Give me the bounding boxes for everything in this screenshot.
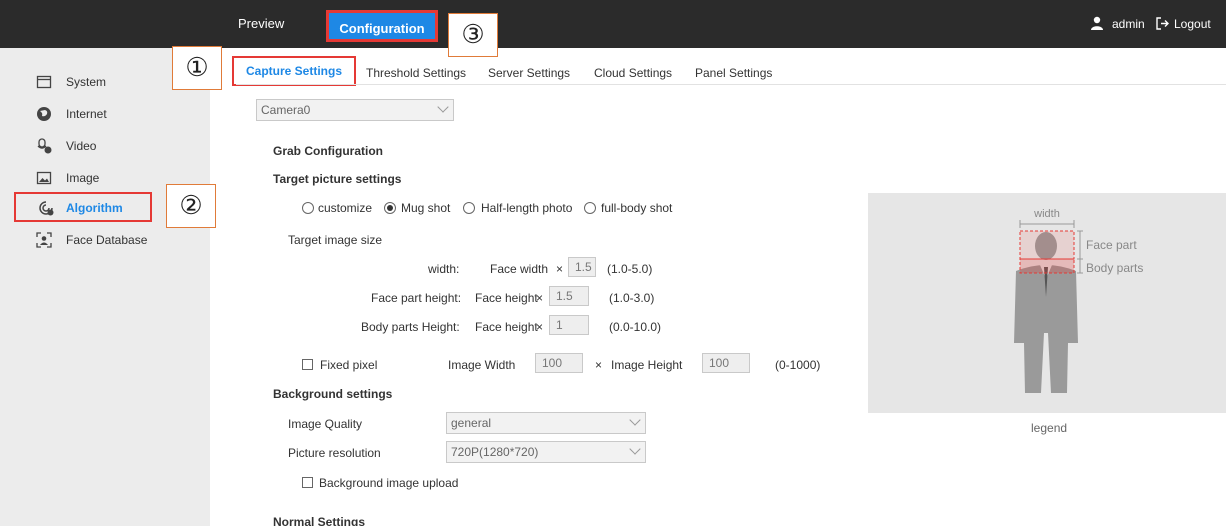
user-name[interactable]: admin bbox=[1112, 0, 1145, 48]
image-height-label: Image Height bbox=[611, 358, 683, 372]
image-quality-select[interactable]: general bbox=[446, 412, 646, 434]
face-part-multiplier-input[interactable]: 1.5 bbox=[549, 286, 589, 306]
radio-customize-label: customize bbox=[318, 201, 373, 215]
width-row-times: × bbox=[556, 262, 564, 276]
image-icon bbox=[36, 171, 52, 185]
radio-half-length[interactable] bbox=[463, 202, 475, 214]
person-silhouette-icon: width Face part Body parts bbox=[1014, 208, 1143, 393]
globe-icon bbox=[37, 107, 51, 121]
legend-width-label: width bbox=[1033, 208, 1060, 220]
grab-configuration-heading: Grab Configuration bbox=[273, 144, 383, 158]
legend-illustration: width Face part Body parts bbox=[868, 193, 1226, 413]
face-part-row-ref: Face height bbox=[475, 291, 538, 305]
radio-half-length-label: Half-length photo bbox=[481, 201, 573, 215]
callout-3: ③ bbox=[448, 13, 498, 57]
top-navigation-bar: Preview Configuration admin Logout bbox=[0, 0, 1226, 48]
radio-customize[interactable] bbox=[302, 202, 314, 214]
logout-link[interactable]: Logout bbox=[1174, 0, 1211, 48]
pixel-times: × bbox=[595, 358, 603, 372]
tab-capture-settings[interactable]: Capture Settings bbox=[232, 56, 356, 86]
chevron-down-icon bbox=[629, 414, 641, 426]
body-parts-row-label: Body parts Height: bbox=[361, 320, 460, 334]
fixed-pixel-label: Fixed pixel bbox=[320, 358, 378, 372]
legend-caption: legend bbox=[1031, 421, 1068, 435]
nav-configuration[interactable]: Configuration bbox=[326, 10, 438, 42]
width-row-ref: Face width bbox=[490, 262, 549, 276]
sidebar-item-label: Algorithm bbox=[66, 201, 123, 215]
camera-select[interactable]: Camera0 bbox=[256, 99, 454, 121]
tab-panel-settings[interactable]: Panel Settings bbox=[695, 66, 772, 80]
target-image-size-label: Target image size bbox=[288, 233, 383, 247]
face-part-range: (1.0-3.0) bbox=[609, 291, 655, 305]
width-multiplier-input[interactable]: 1.5 bbox=[568, 257, 596, 277]
image-height-input[interactable]: 100 bbox=[702, 353, 750, 373]
pixel-range: (0-1000) bbox=[775, 358, 821, 372]
body-parts-range: (0.0-10.0) bbox=[609, 320, 662, 334]
sidebar: System Internet Video Image Algorithm Fa… bbox=[0, 48, 210, 526]
face-part-row-times: × bbox=[536, 291, 544, 305]
chevron-down-icon bbox=[437, 101, 449, 113]
picture-resolution-select[interactable]: 720P(1280*720) bbox=[446, 441, 646, 463]
picture-resolution-value: 720P(1280*720) bbox=[451, 445, 539, 459]
legend-body-parts-label: Body parts bbox=[1086, 261, 1143, 275]
image-width-label: Image Width bbox=[448, 358, 516, 372]
chevron-down-icon bbox=[629, 443, 641, 455]
radio-full-body[interactable] bbox=[584, 202, 596, 214]
width-range: (1.0-5.0) bbox=[607, 262, 653, 276]
legend-face-part-label: Face part bbox=[1086, 238, 1137, 252]
image-quality-value: general bbox=[451, 416, 492, 430]
fixed-pixel-checkbox[interactable] bbox=[302, 359, 313, 370]
background-settings-heading: Background settings bbox=[273, 387, 393, 401]
sidebar-item-label: Image bbox=[66, 171, 100, 185]
sidebar-item-label: System bbox=[66, 75, 107, 89]
callout-1: ① bbox=[172, 46, 222, 90]
tab-server-settings[interactable]: Server Settings bbox=[488, 66, 570, 80]
sidebar-item-label: Video bbox=[66, 139, 97, 153]
sidebar-item-algorithm[interactable]: Algorithm bbox=[14, 192, 152, 222]
algorithm-icon bbox=[39, 201, 54, 216]
monitor-icon bbox=[36, 75, 52, 89]
picture-resolution-label: Picture resolution bbox=[288, 446, 381, 460]
radio-mug-shot-label: Mug shot bbox=[401, 201, 451, 215]
user-icon bbox=[1090, 0, 1104, 48]
face-part-row-label: Face part height: bbox=[371, 291, 462, 305]
sidebar-item-label: Face Database bbox=[66, 233, 148, 247]
radio-mug-shot[interactable] bbox=[384, 202, 396, 214]
body-parts-row-ref: Face height bbox=[475, 320, 538, 334]
nav-preview[interactable]: Preview bbox=[238, 0, 284, 48]
camera-select-value: Camera0 bbox=[261, 103, 311, 117]
image-width-input[interactable]: 100 bbox=[535, 353, 583, 373]
background-upload-label: Background image upload bbox=[319, 476, 459, 490]
width-row-label: width: bbox=[428, 262, 460, 276]
target-picture-heading: Target picture settings bbox=[273, 172, 402, 186]
radio-full-body-label: full-body shot bbox=[601, 201, 673, 215]
video-icon bbox=[37, 138, 52, 154]
face-database-icon bbox=[36, 232, 52, 248]
tab-divider bbox=[236, 84, 1226, 85]
sidebar-item-label: Internet bbox=[66, 107, 107, 121]
body-parts-row-times: × bbox=[536, 320, 544, 334]
callout-2: ② bbox=[166, 184, 216, 228]
normal-settings-heading: Normal Settings bbox=[273, 515, 366, 526]
tab-cloud-settings[interactable]: Cloud Settings bbox=[594, 66, 672, 80]
image-quality-label: Image Quality bbox=[288, 417, 363, 431]
tab-threshold-settings[interactable]: Threshold Settings bbox=[366, 66, 466, 80]
logout-icon bbox=[1156, 0, 1169, 48]
body-parts-multiplier-input[interactable]: 1 bbox=[549, 315, 589, 335]
background-upload-checkbox[interactable] bbox=[302, 477, 313, 488]
